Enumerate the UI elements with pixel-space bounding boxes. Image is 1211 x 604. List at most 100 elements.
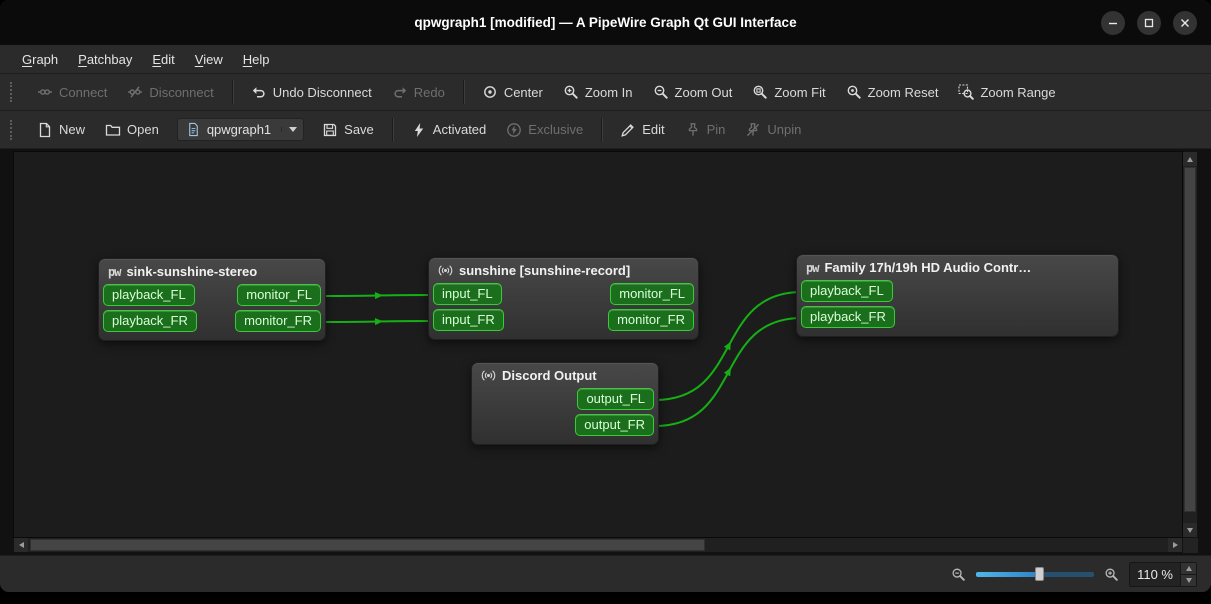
undo-button[interactable]: Undo Disconnect bbox=[242, 79, 381, 105]
vertical-scrollbar-thumb[interactable] bbox=[1184, 167, 1196, 512]
port-in-playback_FR[interactable]: playback_FR bbox=[801, 306, 895, 328]
menu-patchbay[interactable]: Patchbay bbox=[68, 45, 142, 73]
zoom-out-button[interactable]: Zoom Out bbox=[644, 79, 742, 105]
minimize-icon bbox=[1109, 22, 1117, 24]
port-in-playback_FL[interactable]: playback_FL bbox=[801, 280, 893, 302]
zoom-fit-label: Zoom Fit bbox=[774, 84, 826, 100]
exclusive-label: Exclusive bbox=[528, 122, 584, 137]
statusbar-zoom-in-button[interactable] bbox=[1104, 567, 1119, 582]
pin-label: Pin bbox=[706, 122, 726, 137]
activated-bolt-icon bbox=[414, 122, 423, 137]
center-icon bbox=[483, 86, 496, 98]
disconnect-button[interactable]: Disconnect bbox=[118, 79, 222, 105]
port-out-output_FR[interactable]: output_FR bbox=[575, 414, 654, 436]
port-in-input_FL[interactable]: input_FL bbox=[433, 283, 502, 305]
vertical-scrollbar[interactable] bbox=[1183, 151, 1198, 538]
activated-button[interactable]: Activated bbox=[402, 117, 495, 143]
zoom-range-label: Zoom Range bbox=[980, 84, 1056, 100]
toolbar-separator bbox=[462, 80, 464, 104]
titlebar[interactable]: qpwgraph1 [modified] — A PipeWire Graph … bbox=[0, 0, 1211, 45]
pin-button[interactable]: Pin bbox=[676, 117, 735, 143]
zoom-reset-button[interactable]: Zoom Reset bbox=[837, 79, 948, 105]
open-folder-icon bbox=[105, 124, 121, 136]
port-in-playback_FR[interactable]: playback_FR bbox=[103, 310, 197, 332]
zoom-reset-label: Zoom Reset bbox=[867, 84, 939, 100]
close-button[interactable] bbox=[1173, 10, 1197, 35]
graph-node-sunshine[interactable]: sunshine [sunshine-record] input_FL input_… bbox=[428, 257, 699, 340]
horizontal-scrollbar[interactable] bbox=[13, 538, 1183, 553]
exclusive-button[interactable]: Exclusive bbox=[497, 117, 592, 143]
menu-graph[interactable]: Graph bbox=[12, 45, 68, 73]
menu-view[interactable]: View bbox=[185, 45, 233, 73]
graph-node-sink[interactable]: pw sink-sunshine-stereo playback_FLplaybac… bbox=[98, 258, 326, 341]
minimize-button[interactable] bbox=[1101, 10, 1125, 35]
session-combobox[interactable]: qpwgraph1 bbox=[176, 118, 305, 141]
menu-help[interactable]: Help bbox=[233, 45, 280, 73]
port-in-playback_FL[interactable]: playback_FL bbox=[103, 284, 195, 306]
zoom-slider-handle[interactable] bbox=[1034, 567, 1044, 581]
port-out-monitor_FL[interactable]: monitor_FL bbox=[237, 284, 321, 306]
graph-node-family[interactable]: pw Family 17h/19h HD Audio Contr… playback… bbox=[796, 254, 1119, 337]
connect-icon bbox=[38, 89, 52, 95]
redo-button[interactable]: Redo bbox=[383, 79, 454, 105]
node-header: sunshine [sunshine-record] bbox=[429, 258, 698, 282]
zoom-in-icon bbox=[564, 85, 578, 99]
zoom-out-icon bbox=[654, 85, 668, 99]
scroll-down-button[interactable] bbox=[1183, 523, 1197, 537]
zoom-value[interactable]: 110 % bbox=[1130, 567, 1180, 582]
toolbar-separator bbox=[231, 80, 233, 104]
zoom-spin-down-button[interactable] bbox=[1181, 573, 1196, 586]
scroll-left-button[interactable] bbox=[14, 538, 28, 552]
scroll-up-button[interactable] bbox=[1183, 152, 1197, 166]
unpin-button[interactable]: Unpin bbox=[736, 117, 810, 143]
unpin-icon bbox=[747, 122, 760, 136]
node-header: pw sink-sunshine-stereo bbox=[99, 259, 325, 283]
new-button[interactable]: New bbox=[28, 117, 94, 143]
open-button[interactable]: Open bbox=[96, 117, 168, 143]
edit-button[interactable]: Edit bbox=[611, 117, 673, 143]
statusbar-zoom-out-button[interactable] bbox=[951, 567, 966, 582]
zoom-range-button[interactable]: Zoom Range bbox=[949, 79, 1064, 105]
horizontal-scrollbar-thumb[interactable] bbox=[30, 539, 705, 551]
zoom-in-button[interactable]: Zoom In bbox=[554, 79, 642, 105]
zoom-fit-button[interactable]: Zoom Fit bbox=[743, 79, 834, 105]
redo-label: Redo bbox=[413, 84, 445, 100]
redo-icon bbox=[394, 87, 406, 98]
arrow-left-icon bbox=[18, 542, 24, 548]
session-file-icon bbox=[189, 122, 198, 137]
zoom-slider-fill bbox=[976, 572, 1039, 577]
scrollbar-corner bbox=[1183, 538, 1198, 553]
save-button[interactable]: Save bbox=[313, 117, 383, 143]
port-out-monitor_FR[interactable]: monitor_FR bbox=[235, 310, 321, 332]
toolbar-grip[interactable] bbox=[10, 82, 17, 102]
port-out-monitor_FR[interactable]: monitor_FR bbox=[608, 309, 694, 331]
disconnect-icon bbox=[128, 86, 143, 98]
vertical-scrollbar-track[interactable] bbox=[1183, 166, 1197, 523]
combo-dropdown[interactable] bbox=[281, 127, 298, 132]
maximize-button[interactable] bbox=[1137, 10, 1161, 35]
zoom-out-label: Zoom Out bbox=[674, 84, 733, 100]
port-in-input_FR[interactable]: input_FR bbox=[433, 309, 504, 331]
port-out-monitor_FL[interactable]: monitor_FL bbox=[610, 283, 694, 305]
zoom-reset-icon bbox=[847, 85, 861, 99]
menu-graph-label: Graph bbox=[22, 51, 59, 67]
zoom-slider[interactable] bbox=[976, 567, 1095, 581]
toolbar-separator bbox=[391, 117, 393, 142]
horizontal-scrollbar-track[interactable] bbox=[28, 538, 1168, 552]
menu-edit[interactable]: Edit bbox=[142, 45, 184, 73]
scroll-right-button[interactable] bbox=[1168, 538, 1182, 552]
zoom-in-mini-icon bbox=[1105, 568, 1118, 581]
activated-label: Activated bbox=[432, 122, 487, 137]
edit-label: Edit bbox=[642, 122, 665, 137]
toolbar-grip[interactable] bbox=[10, 119, 17, 140]
connect-button[interactable]: Connect bbox=[28, 79, 116, 105]
graph-canvas[interactable]: pw sink-sunshine-stereo playback_FL playbac… bbox=[13, 151, 1183, 538]
port-out-output_FL[interactable]: output_FL bbox=[577, 388, 654, 410]
zoom-spinbox[interactable]: 110 % bbox=[1129, 561, 1197, 587]
undo-label: Undo Disconnect bbox=[272, 84, 372, 100]
disconnect-label: Disconnect bbox=[149, 84, 214, 100]
center-button[interactable]: Center bbox=[473, 79, 552, 105]
zoom-spin-up-button[interactable] bbox=[1181, 562, 1196, 574]
graph-node-discord[interactable]: Discord Output output_FL output_FR bbox=[471, 362, 659, 445]
open-label: Open bbox=[127, 122, 159, 137]
